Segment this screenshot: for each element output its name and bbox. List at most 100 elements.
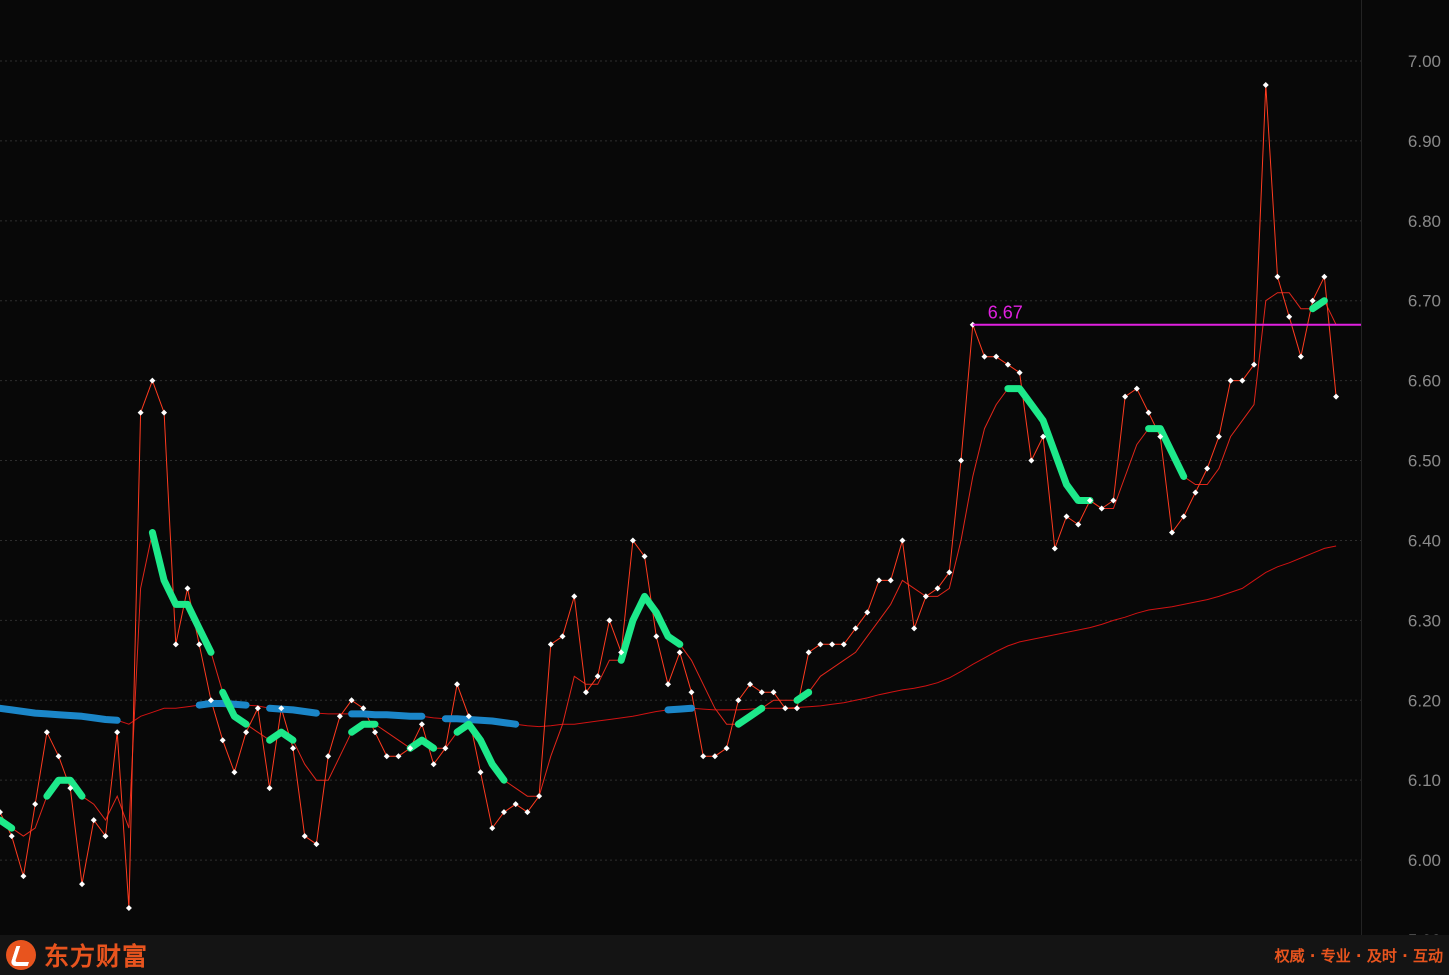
price-point — [1051, 545, 1058, 552]
y-tick-label: 6.90 — [1408, 132, 1441, 151]
price-point — [360, 705, 367, 712]
y-axis-ticks: 7.00 6.90 6.80 6.70 6.60 6.50 6.40 6.30 6.20 6.10… — [1408, 52, 1441, 935]
price-point — [243, 729, 250, 736]
grid-lines — [0, 60, 1361, 861]
price-point — [79, 881, 86, 888]
price-point — [1004, 361, 1011, 368]
price-point — [653, 633, 660, 640]
price-point — [1309, 297, 1316, 304]
price-point — [817, 641, 824, 648]
reference-line-label: 6.67 — [988, 303, 1023, 323]
price-point — [383, 753, 390, 760]
price-point — [290, 745, 296, 752]
price-point — [688, 689, 695, 696]
y-tick-label: 6.30 — [1408, 611, 1441, 630]
price-point — [418, 721, 425, 728]
footer-bar: 东方财富 权威 · 专业 · 及时 · 互动 — [0, 935, 1449, 975]
price-point — [958, 457, 965, 464]
price-point — [1016, 369, 1023, 376]
price-point — [1075, 521, 1082, 528]
y-tick-label: 6.40 — [1408, 531, 1441, 550]
price-point — [55, 753, 62, 760]
trend-highlights — [0, 297, 1328, 832]
price-point — [665, 681, 672, 688]
price-point — [1098, 505, 1105, 512]
y-tick-label: 6.70 — [1408, 292, 1441, 311]
price-point — [981, 353, 988, 360]
price-point — [876, 577, 882, 584]
price-point — [1227, 377, 1234, 384]
blue-highlight-segment — [348, 710, 426, 720]
ma-short-layer — [0, 292, 1337, 837]
price-line — [0, 84, 1337, 909]
price-point — [477, 769, 484, 776]
price-point — [114, 729, 121, 736]
brand-logo: 东方财富 — [6, 940, 149, 971]
price-point — [1192, 489, 1199, 496]
y-tick-label: 6.50 — [1408, 452, 1441, 471]
slogan-text: 权威 · 专业 · 及时 · 互动 — [1274, 947, 1443, 965]
green-highlight-segment — [266, 728, 297, 744]
price-point — [325, 753, 332, 760]
price-points — [0, 81, 1340, 912]
price-point — [993, 353, 1000, 360]
blue-highlight-segment — [0, 704, 121, 724]
price-point — [1122, 393, 1129, 400]
price-point — [805, 649, 812, 656]
price-point — [887, 577, 894, 584]
price-point — [454, 681, 461, 688]
price-point — [196, 641, 203, 648]
price-point — [372, 729, 379, 736]
price-point — [313, 841, 320, 848]
green-highlight-segment — [617, 592, 684, 664]
price-point — [1145, 409, 1152, 416]
price-chart: 7.00 6.90 6.80 6.70 6.60 6.50 6.40 6.30 6.20 6.10… — [0, 52, 1441, 935]
logo-icon — [6, 940, 36, 970]
price-point — [559, 633, 566, 640]
price-point — [1297, 353, 1304, 360]
price-point — [137, 409, 144, 416]
price-point — [20, 873, 27, 880]
price-point — [219, 737, 226, 744]
price-point — [899, 537, 906, 544]
price-point — [700, 753, 707, 760]
price-point — [676, 649, 683, 656]
price-point — [184, 585, 191, 592]
reference-line-layer: 6.67 — [972, 303, 1361, 326]
price-point — [266, 785, 273, 792]
y-tick-label: 7.00 — [1408, 52, 1441, 71]
price-point — [1286, 313, 1293, 320]
price-point — [8, 833, 15, 840]
y-tick-label: 6.10 — [1408, 771, 1441, 790]
price-point — [1028, 457, 1035, 464]
price-point — [1321, 273, 1328, 280]
blue-highlight-segment — [664, 704, 695, 714]
green-highlight-segment — [1004, 385, 1094, 504]
price-point — [1133, 385, 1140, 392]
price-point — [829, 641, 836, 648]
green-highlight-segment — [148, 529, 215, 656]
price-point — [711, 753, 718, 760]
blue-highlight-segment — [266, 704, 320, 717]
axis-separator — [1361, 0, 1362, 935]
logo-text: 东方财富 — [44, 942, 149, 971]
price-point — [911, 625, 918, 632]
blue-highlight-segment — [195, 700, 250, 709]
green-highlight-segment — [348, 720, 379, 736]
ma-short-line — [0, 292, 1337, 837]
price-point — [512, 801, 519, 808]
price-point — [395, 753, 402, 760]
price-point — [1333, 393, 1340, 400]
price-point — [301, 833, 308, 840]
green-highlight-segment — [43, 776, 86, 800]
y-tick-label: 6.20 — [1408, 691, 1441, 710]
green-highlight-segment — [734, 704, 766, 728]
price-point — [547, 641, 554, 648]
green-highlight-segment — [1145, 425, 1188, 480]
y-tick-label: 6.80 — [1408, 212, 1441, 231]
price-point — [231, 769, 238, 776]
price-point — [172, 641, 179, 648]
price-point — [922, 593, 929, 600]
green-highlight-segment — [793, 688, 813, 704]
green-highlight-segment — [0, 816, 16, 832]
